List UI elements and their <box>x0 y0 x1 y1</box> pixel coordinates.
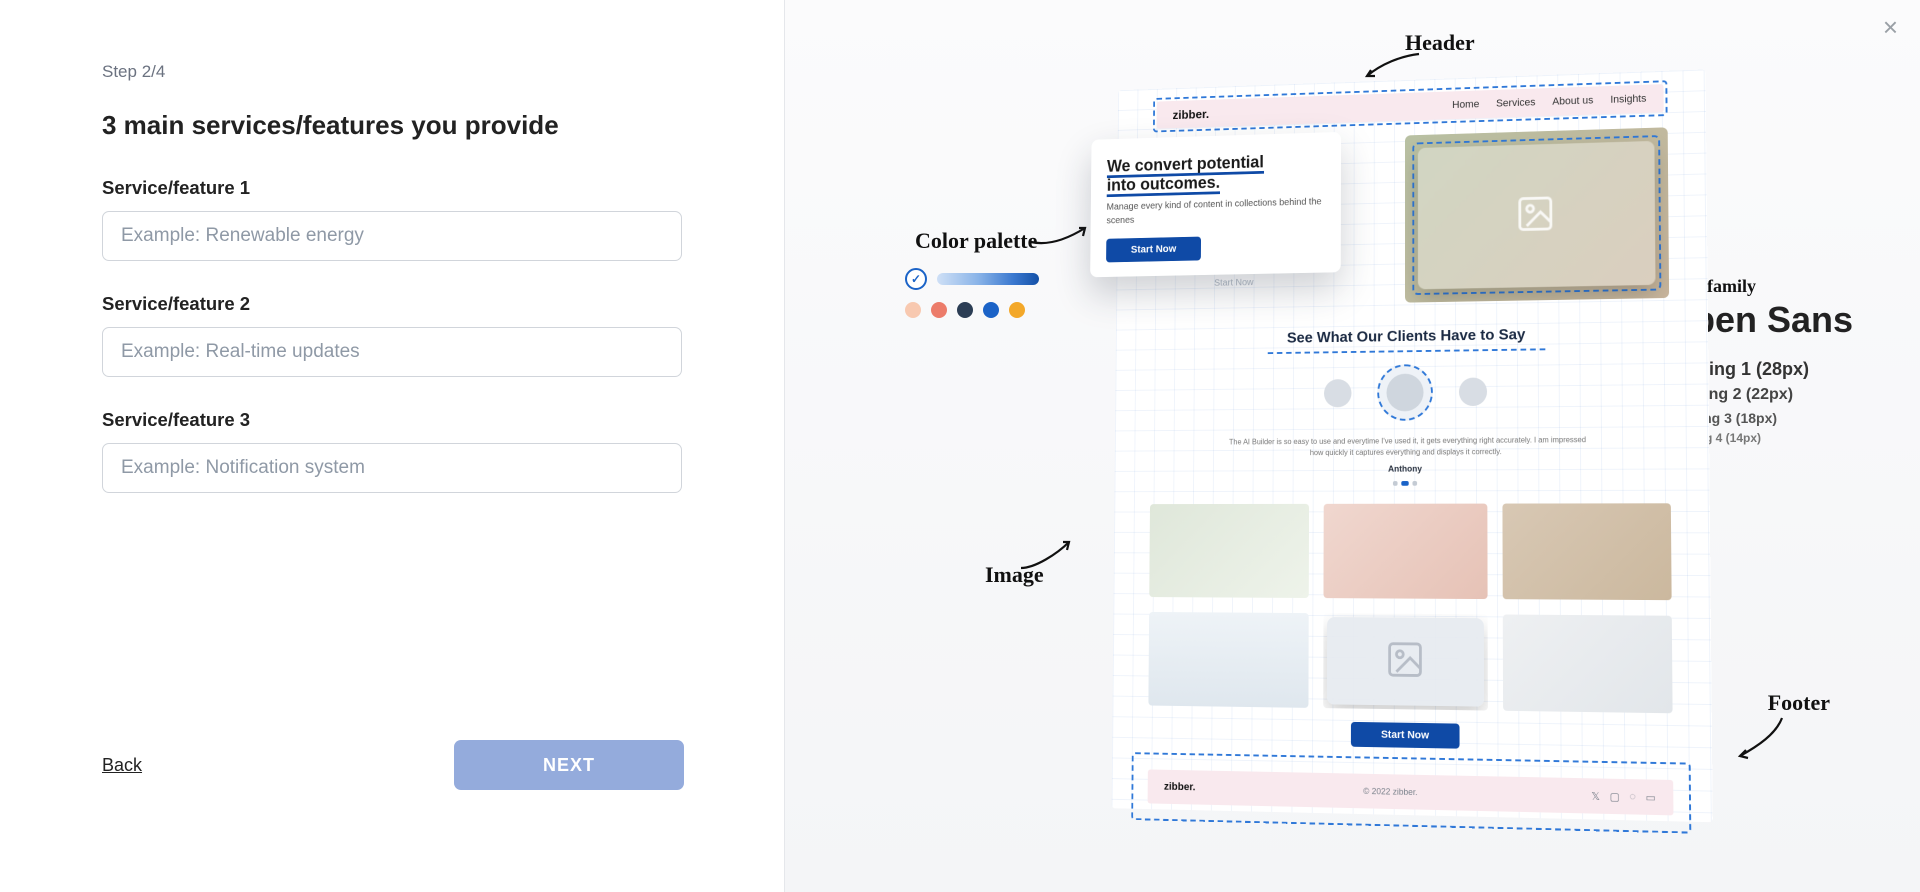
preview-brand: zibber. <box>1173 107 1210 122</box>
avatar-selected <box>1377 364 1433 421</box>
arrow-footer-icon <box>1734 716 1786 760</box>
palette-selected-icon[interactable] <box>905 268 927 290</box>
preview-gallery <box>1148 503 1672 713</box>
close-icon[interactable]: × <box>1883 14 1898 40</box>
preview-hero-title: We convert potential into outcomes. <box>1107 151 1325 195</box>
annotation-footer: Footer <box>1768 690 1830 716</box>
preview-panel: × Header Color palette Image Footer Font… <box>785 0 1920 892</box>
preview-cta2-label: Start Now <box>1351 722 1459 749</box>
palette-gradient <box>937 273 1039 285</box>
palette-swatch-navy[interactable] <box>957 302 973 318</box>
gallery-cell <box>1323 504 1487 599</box>
nav-item: Services <box>1496 97 1535 109</box>
preview-nav: Home Services About us Insights <box>1452 93 1646 111</box>
image-placeholder-icon <box>1384 638 1425 685</box>
avatar <box>1459 377 1487 406</box>
arrow-image-icon <box>1017 538 1073 574</box>
hero-title-line2: into outcomes. <box>1107 173 1220 197</box>
arrow-header-icon <box>1361 50 1421 80</box>
gallery-cell <box>1149 504 1309 598</box>
preview-copyright: © 2022 zibber. <box>1363 786 1417 797</box>
preview-hero-card: We convert potential into outcomes. Mana… <box>1090 132 1341 278</box>
field-service-2: Service/feature 2 <box>102 293 682 377</box>
image-placeholder-icon <box>1515 192 1557 239</box>
next-button[interactable]: NEXT <box>454 740 684 790</box>
label-service-3: Service/feature 3 <box>102 409 682 431</box>
label-service-1: Service/feature 1 <box>102 177 682 199</box>
website-preview: zibber. Home Services About us Insights … <box>1112 69 1713 822</box>
input-service-1[interactable] <box>102 211 682 261</box>
palette-swatch-yellow[interactable] <box>1009 302 1025 318</box>
preview-ghost-cta: Start Now <box>1214 278 1253 289</box>
discord-icon: ◌ <box>1629 790 1635 803</box>
nav-item: Home <box>1452 99 1479 111</box>
nav-item: About us <box>1552 95 1593 108</box>
gallery-cell-placeholder <box>1323 613 1488 710</box>
instagram-icon: ▢ <box>1610 790 1620 803</box>
preview-avatars <box>1115 361 1709 424</box>
step-indicator: Step 2/4 <box>102 62 682 82</box>
twitter-icon: 𝕏 <box>1591 790 1600 803</box>
gallery-cell <box>1502 503 1671 600</box>
label-service-2: Service/feature 2 <box>102 293 682 315</box>
field-service-1: Service/feature 1 <box>102 177 682 261</box>
input-service-2[interactable] <box>102 327 682 377</box>
preview-testimonial: The AI Builder is so easy to use and eve… <box>1222 434 1593 459</box>
annotation-palette: Color palette <box>915 228 1037 254</box>
youtube-icon: ▭ <box>1646 791 1656 804</box>
field-service-3: Service/feature 3 <box>102 409 682 493</box>
preview-hero-image <box>1405 127 1669 302</box>
preview-hero: We convert potential into outcomes. Mana… <box>1152 127 1670 316</box>
palette-swatch-coral[interactable] <box>931 302 947 318</box>
preview-social: 𝕏 ▢ ◌ ▭ <box>1591 790 1655 804</box>
preview-hero-cta: Start Now <box>1106 237 1201 263</box>
gallery-cell <box>1148 612 1308 708</box>
preview-footer-brand: zibber. <box>1164 781 1196 793</box>
arrow-palette-icon <box>1029 222 1089 250</box>
palette-swatch-peach[interactable] <box>905 302 921 318</box>
preview-hero-sub: Manage every kind of content in collecti… <box>1106 196 1324 228</box>
gallery-cell <box>1503 615 1673 714</box>
back-link[interactable]: Back <box>102 755 142 776</box>
page-title: 3 main services/features you provide <box>102 110 682 141</box>
palette-swatch-blue[interactable] <box>983 302 999 318</box>
avatar <box>1324 379 1352 407</box>
input-service-3[interactable] <box>102 443 682 493</box>
form-panel: Step 2/4 3 main services/features you pr… <box>0 0 785 892</box>
nav-item: Insights <box>1610 93 1646 105</box>
color-palette <box>905 268 1075 318</box>
